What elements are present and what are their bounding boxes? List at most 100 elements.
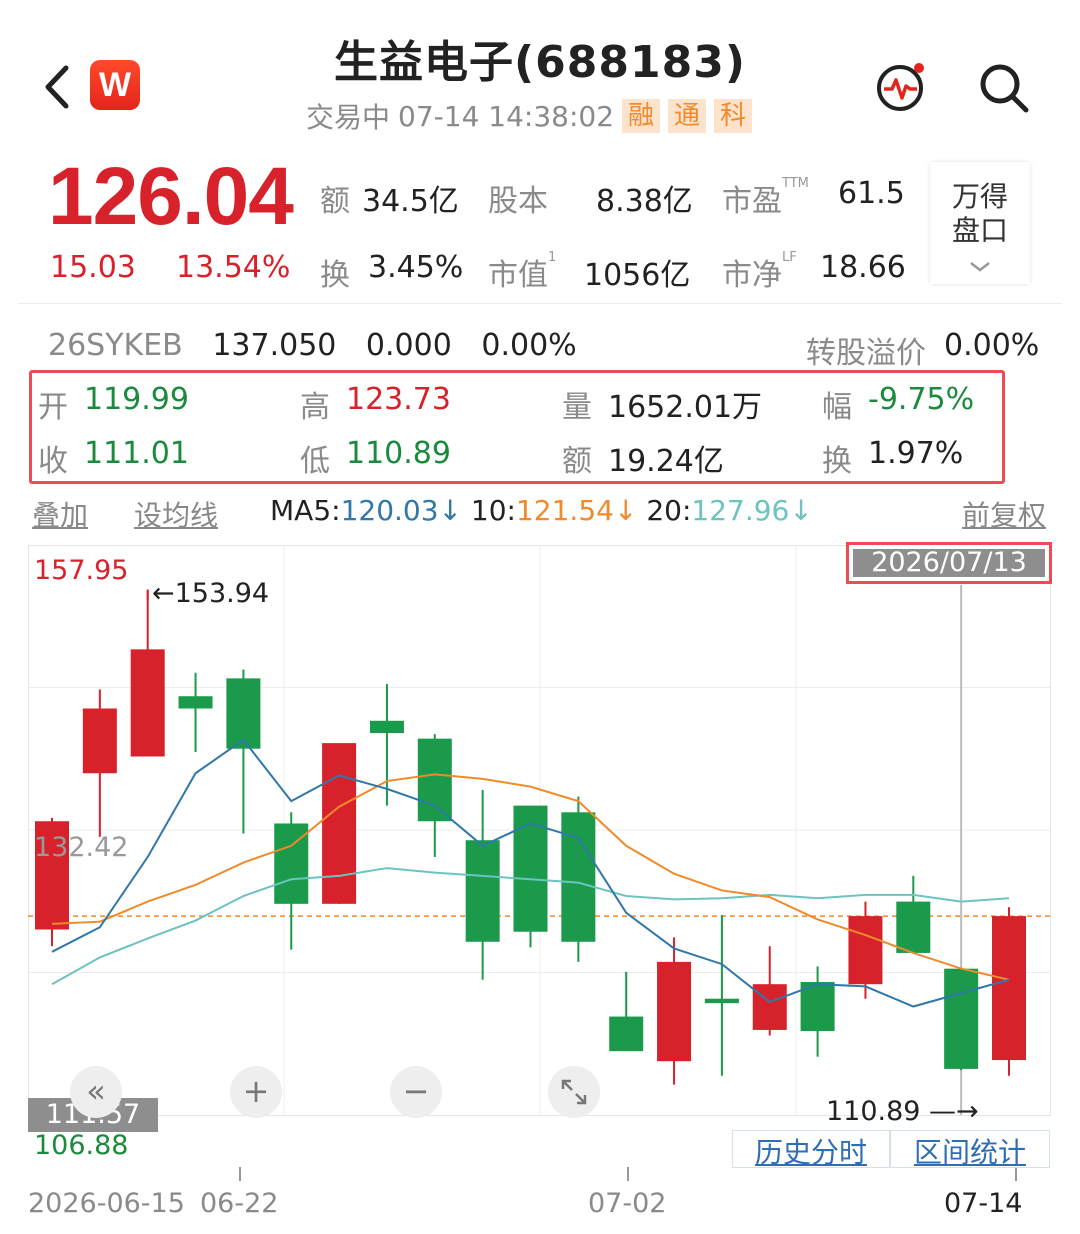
candle-body <box>465 840 500 942</box>
candle-body <box>369 720 404 734</box>
chart-marks <box>35 589 1026 1085</box>
ma5-value: 120.03↓ <box>340 494 462 527</box>
price-change-pct: 13.54% <box>176 250 291 285</box>
day-turnover-label: 换 <box>822 444 852 479</box>
trading-status: 交易中 <box>306 101 391 134</box>
selected-date-text: 2026/07/13 <box>853 549 1045 577</box>
status-row: 交易中 07-14 14:38:02 融 通 科 <box>306 96 753 136</box>
equity-value: 8.38亿 <box>596 184 693 219</box>
day-amount-value: 19.24亿 <box>608 444 724 479</box>
low-label: 低 <box>300 444 330 479</box>
x-label-end: 07-14 <box>944 1188 1023 1219</box>
ma10-label: 10: <box>470 494 516 527</box>
low-marker: 110.89 —→ <box>826 1096 979 1127</box>
candle-body <box>178 696 213 709</box>
amplitude-label: 幅 <box>822 390 852 425</box>
selected-date-badge: 2026/07/13 <box>846 542 1052 584</box>
ma5-label: MA5: <box>270 494 341 527</box>
pe-value: 61.5 <box>838 176 905 211</box>
zoom-in-button[interactable]: + <box>230 1066 282 1118</box>
high-value: 123.73 <box>346 382 451 417</box>
open-value: 119.99 <box>84 382 189 417</box>
candle-body <box>322 743 357 904</box>
price-change: 15.03 <box>50 250 136 285</box>
volume-label: 量 <box>562 390 592 425</box>
pb-label: 市净LF <box>722 250 797 293</box>
x-label-start: 2026-06-15 <box>28 1188 185 1219</box>
candle-body <box>609 1016 644 1052</box>
candle-body <box>82 708 117 774</box>
turnover-value: 3.45% <box>368 250 464 285</box>
quote-time: 07-14 14:38:02 <box>398 99 615 133</box>
expand-icon <box>561 1079 587 1105</box>
scroll-left-button[interactable]: « <box>70 1066 122 1118</box>
tag-connect: 通 <box>668 99 707 133</box>
y-axis-min: 106.88 <box>34 1130 129 1161</box>
volume-value: 1652.01万 <box>608 390 763 425</box>
overlay-button[interactable]: 叠加 <box>32 494 88 534</box>
x-label-2: 06-22 <box>200 1188 279 1219</box>
range-stats-button[interactable]: 区间统计 <box>890 1130 1050 1169</box>
pe-label: 市盈TTM <box>722 176 809 219</box>
turnover-label: 换 <box>320 258 350 293</box>
equity-label: 股本 <box>488 184 548 219</box>
mktcap-value: 1056亿 <box>584 258 691 293</box>
day-turnover-value: 1.97% <box>868 436 964 471</box>
candle-body <box>848 916 883 985</box>
ma20-value: 127.96↓ <box>691 494 813 527</box>
candle-body <box>992 916 1026 1061</box>
day-amount-label: 额 <box>562 444 592 479</box>
ma10-value: 121.54↓ <box>515 494 638 527</box>
back-arrow-icon[interactable] <box>38 62 82 112</box>
fullscreen-button[interactable] <box>548 1066 600 1118</box>
candle-body <box>896 901 931 953</box>
candle-body <box>657 961 692 1062</box>
candle-body <box>561 812 596 942</box>
ma20-label: 20: <box>646 494 692 527</box>
x-label-3: 07-02 <box>588 1188 667 1219</box>
open-label: 开 <box>38 390 68 425</box>
pb-value: 18.66 <box>820 250 906 285</box>
pulse-alert-icon[interactable] <box>872 58 930 116</box>
stock-title: 生益电子(688183) <box>334 37 746 88</box>
set-ma-button[interactable]: 设均线 <box>134 494 218 534</box>
tag-star: 科 <box>714 99 753 133</box>
amount-label: 额 <box>320 184 350 219</box>
candle-body <box>417 738 452 822</box>
y-axis-mid: 132.42 <box>34 832 129 863</box>
search-icon[interactable] <box>974 58 1034 118</box>
bond-pct: 0.00% <box>481 328 577 363</box>
adjust-button[interactable]: 前复权 <box>962 494 1046 534</box>
zoom-out-button[interactable]: − <box>390 1066 442 1118</box>
premium-label: 转股溢价 <box>806 336 926 371</box>
convertible-bond-row[interactable]: 26SYKEB 137.050 0.000 0.00% <box>48 328 597 363</box>
history-minute-button[interactable]: 历史分时 <box>732 1130 890 1169</box>
wande-panel-button[interactable]: 万得 盘口 <box>930 162 1030 284</box>
bond-price: 137.050 <box>212 328 337 363</box>
candle-body <box>130 649 165 757</box>
candle-body <box>752 984 787 1030</box>
close-label: 收 <box>38 444 68 479</box>
tag-margin: 融 <box>622 99 661 133</box>
candle-body <box>704 998 739 1004</box>
premium-value: 0.00% <box>944 328 1040 363</box>
candle-body <box>226 678 261 749</box>
amount-value: 34.5亿 <box>362 184 459 219</box>
amplitude-value: -9.75% <box>868 382 975 417</box>
high-label: 高 <box>300 390 330 425</box>
divider <box>18 303 1062 304</box>
close-value: 111.01 <box>84 436 189 471</box>
wind-logo-icon[interactable]: W <box>90 60 140 110</box>
wande-label-1: 万得 <box>951 180 1008 213</box>
chevron-down-icon <box>970 262 990 272</box>
candle-body <box>944 968 979 1069</box>
mktcap-label: 市值1 <box>488 250 557 293</box>
wande-label-2: 盘口 <box>951 214 1008 247</box>
ma-values: MA5:120.03↓ 10:121.54↓ 20:127.96↓ <box>270 494 813 527</box>
high-marker: ←153.94 <box>152 578 270 609</box>
y-axis-max: 157.95 <box>34 555 129 586</box>
low-value: 110.89 <box>346 436 451 471</box>
bond-change: 0.000 <box>365 328 452 363</box>
last-price: 126.04 <box>48 151 294 242</box>
bond-code: 26SYKEB <box>48 328 183 363</box>
